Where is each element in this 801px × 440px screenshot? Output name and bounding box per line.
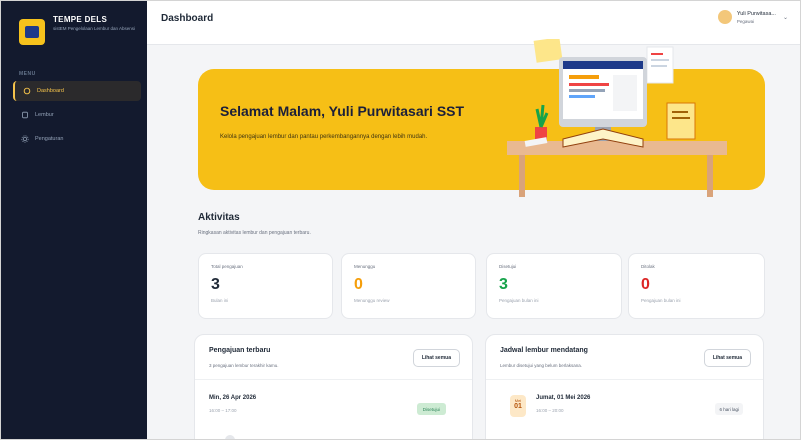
activity-title: Aktivitas: [198, 212, 240, 223]
panel-title: Jadwal lembur mendatang: [500, 347, 588, 354]
stat-label: Total pengajuan: [211, 264, 243, 269]
clipboard-icon: [21, 111, 29, 119]
submission-time: 16:00 – 17:00: [209, 408, 237, 413]
view-all-submissions-button[interactable]: Lihat semua: [412, 349, 460, 367]
activity-subtitle: Ringkasan aktivitas lembur dan pengajuan…: [198, 230, 311, 236]
panel-subtitle: 3 pengajuan lembur terakhir kamu.: [209, 363, 279, 368]
stat-value: 3: [211, 276, 220, 293]
sidebar-item-dashboard[interactable]: Dashboard: [13, 81, 141, 101]
date-chip: Mei 01: [510, 395, 526, 417]
stat-note: Menunggu review: [354, 298, 390, 303]
date-chip-day: 01: [514, 403, 522, 410]
chevron-down-icon: ⌄: [782, 14, 788, 21]
submission-date: Min, 26 Apr 2026: [209, 395, 257, 401]
stat-note: Bulan ini: [211, 298, 229, 303]
stat-value: 0: [641, 276, 650, 293]
status-badge: Disetujui: [416, 403, 446, 415]
stat-card-total: Total pengajuan 3 Bulan ini: [198, 253, 333, 319]
brand-logo: [19, 19, 45, 45]
stat-note: Pengajuan bulan ini: [641, 298, 681, 303]
schedule-time: 16:00 – 20:00: [536, 408, 564, 413]
avatar: [717, 10, 732, 24]
brand: TEMPE DELS sistEM Pengelolaan Lembur dan…: [19, 15, 143, 45]
sidebar: TEMPE DELS sistEM Pengelolaan Lembur dan…: [1, 1, 147, 439]
divider: [486, 379, 763, 380]
user-role: Pegawai: [736, 18, 755, 24]
panel-title: Pengajuan terbaru: [209, 347, 271, 354]
stat-label: Ditolak: [641, 264, 655, 269]
page-title: Dashboard: [161, 13, 214, 24]
brand-subtitle: sistEM Pengelolaan Lembur dan Absensi: [53, 26, 136, 31]
sidebar-item-label: Pengaturan: [35, 136, 64, 142]
stat-value: 3: [499, 276, 508, 293]
user-name: Yuli Purwitasa...: [736, 10, 776, 17]
avatar: [225, 435, 235, 439]
schedule-date: Jumat, 01 Mei 2026: [536, 395, 591, 401]
stat-card-approved: Disetujui 3 Pengajuan bulan ini: [486, 253, 622, 319]
days-left-badge: 6 hari lagi: [715, 403, 743, 415]
upcoming-schedule-panel: Jadwal lembur mendatang Lembur disetujui…: [485, 334, 764, 439]
sidebar-item-label: Lembur: [35, 112, 54, 118]
menu-label: MENU: [19, 71, 36, 77]
view-all-schedule-button[interactable]: Lihat semua: [703, 349, 751, 367]
stat-value: 0: [354, 276, 363, 293]
stat-card-pending: Menunggu 0 Menunggu review: [341, 253, 476, 319]
gear-icon: [21, 135, 29, 143]
brand-name: TEMPE DELS: [53, 15, 108, 24]
sidebar-nav: Dashboard Lembur Pengaturan: [13, 81, 141, 153]
desk-illustration: [507, 39, 727, 197]
grid-icon: [23, 87, 31, 95]
divider: [195, 379, 472, 380]
sidebar-item-label: Dashboard: [37, 88, 64, 94]
stat-label: Disetujui: [499, 264, 517, 269]
stat-label: Menunggu: [354, 264, 376, 269]
app-window: TEMPE DELS sistEM Pengelolaan Lembur dan…: [0, 0, 801, 440]
stat-note: Pengajuan bulan ini: [499, 298, 539, 303]
banner-title: Selamat Malam, Yuli Purwitasari SST: [220, 103, 465, 119]
recent-submissions-panel: Pengajuan terbaru 3 pengajuan lembur ter…: [194, 334, 473, 439]
sidebar-item-pengaturan[interactable]: Pengaturan: [13, 129, 141, 149]
banner-text: Kelola pengajuan lembur dan pantau perke…: [220, 134, 428, 140]
user-menu[interactable]: Yuli Purwitasa... Pegawai ⌄: [717, 10, 788, 24]
sidebar-item-lembur[interactable]: Lembur: [13, 105, 141, 125]
panel-subtitle: Lembur disetujui yang belum berlaksana.: [500, 363, 583, 368]
stat-card-rejected: Ditolak 0 Pengajuan bulan ini: [628, 253, 765, 319]
